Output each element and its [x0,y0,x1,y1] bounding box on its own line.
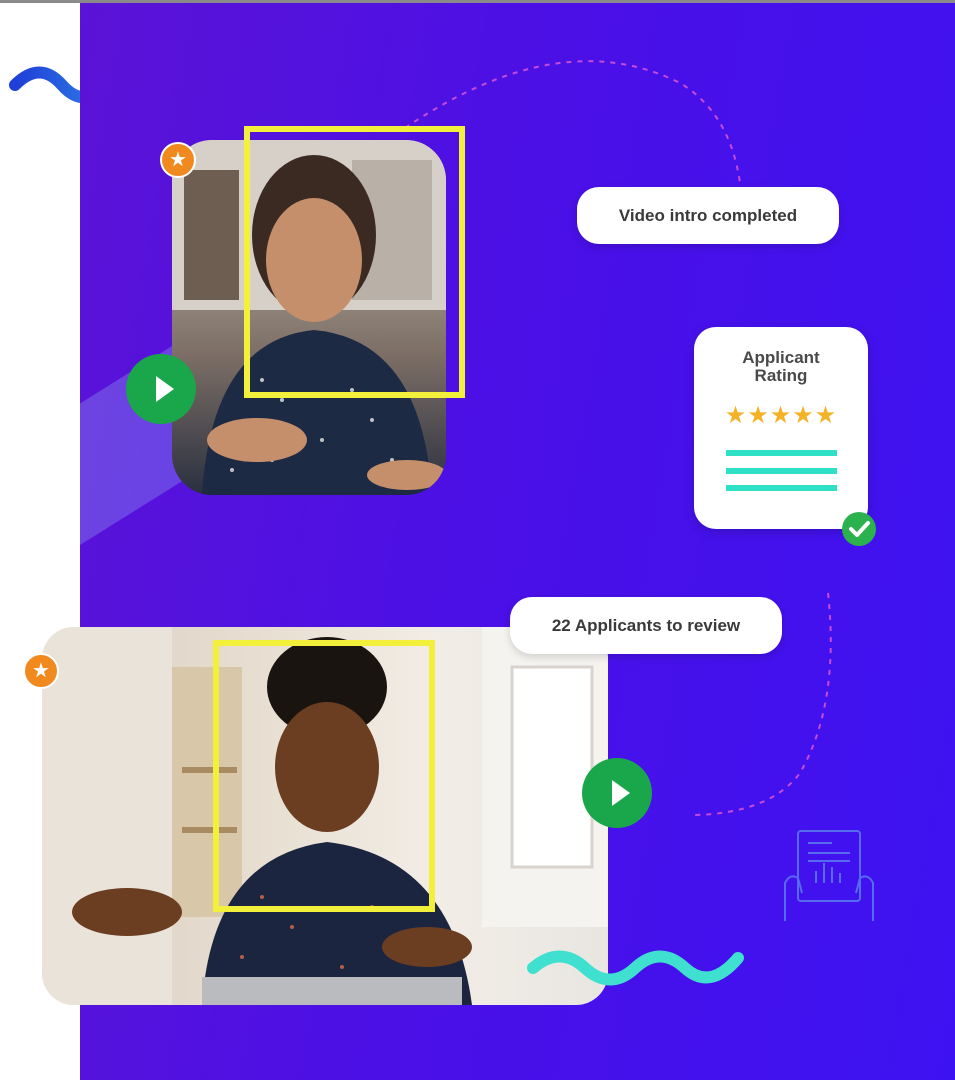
rating-text-line-3 [726,485,837,491]
wave-decoration-bottom [527,950,744,986]
star-icon: ★ [169,149,187,171]
video-intro-status-pill: Video intro completed [577,187,839,244]
play-button-1[interactable] [126,354,196,424]
applicants-review-pill[interactable]: 22 Applicants to review [510,597,782,654]
rating-text-line-1 [726,450,837,456]
face-frame-2 [213,640,435,912]
favorite-badge-2[interactable]: ★ [23,653,59,689]
applicants-review-label: 22 Applicants to review [551,615,741,635]
play-button-2[interactable] [582,758,652,828]
approved-check-badge [842,512,876,546]
play-icon [612,780,630,806]
rating-text-line-2 [726,468,837,474]
face-frame-1 [244,126,465,398]
star-icon: ★ [32,660,50,682]
rating-stars: ★★★★★ [724,402,838,429]
applicant-rating-card: Applicant Rating ★★★★★ [694,327,868,529]
video-intro-label: Video intro completed [618,205,798,225]
favorite-badge-1[interactable]: ★ [160,142,196,178]
check-icon [849,521,870,537]
rating-title: Applicant Rating [694,349,868,385]
face-detection-frames [213,126,744,986]
rating-title-line-1: Applicant [742,348,820,367]
play-icon [156,376,174,402]
rating-title-line-2: Rating [754,366,808,385]
